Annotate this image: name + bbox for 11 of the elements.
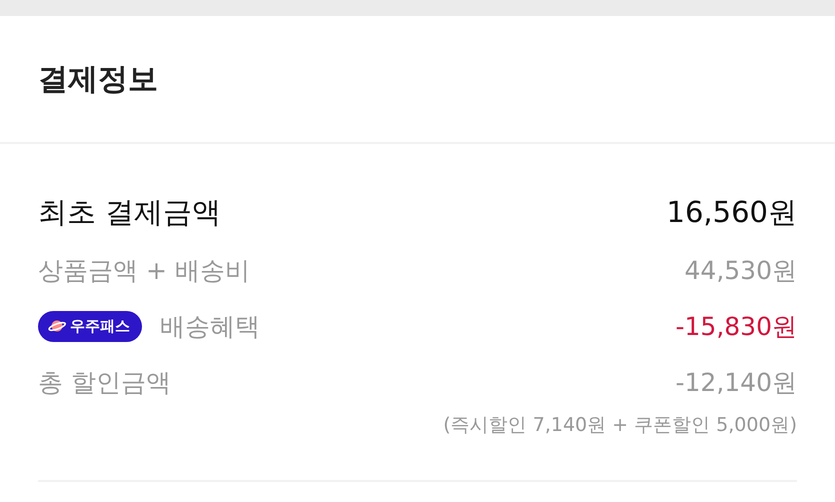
price-label: 총 할인금액 bbox=[38, 366, 171, 398]
price-amount: -12,140원 bbox=[676, 366, 797, 398]
price-amount: 44,530원 bbox=[684, 254, 797, 286]
price-amount: -15,830원 bbox=[676, 310, 797, 342]
membership-badge: 우주패스 bbox=[38, 310, 142, 342]
total-label: 최초 결제금액 bbox=[38, 194, 222, 231]
section-title: 결제정보 bbox=[38, 60, 158, 98]
price-label: 배송혜택 bbox=[160, 310, 260, 342]
total-amount: 16,560원 bbox=[666, 194, 797, 231]
discount-note: (즉시할인 7,140원 + 쿠폰할인 5,000원) bbox=[443, 414, 797, 436]
price-label: 상품금액 + 배송비 bbox=[38, 254, 250, 286]
